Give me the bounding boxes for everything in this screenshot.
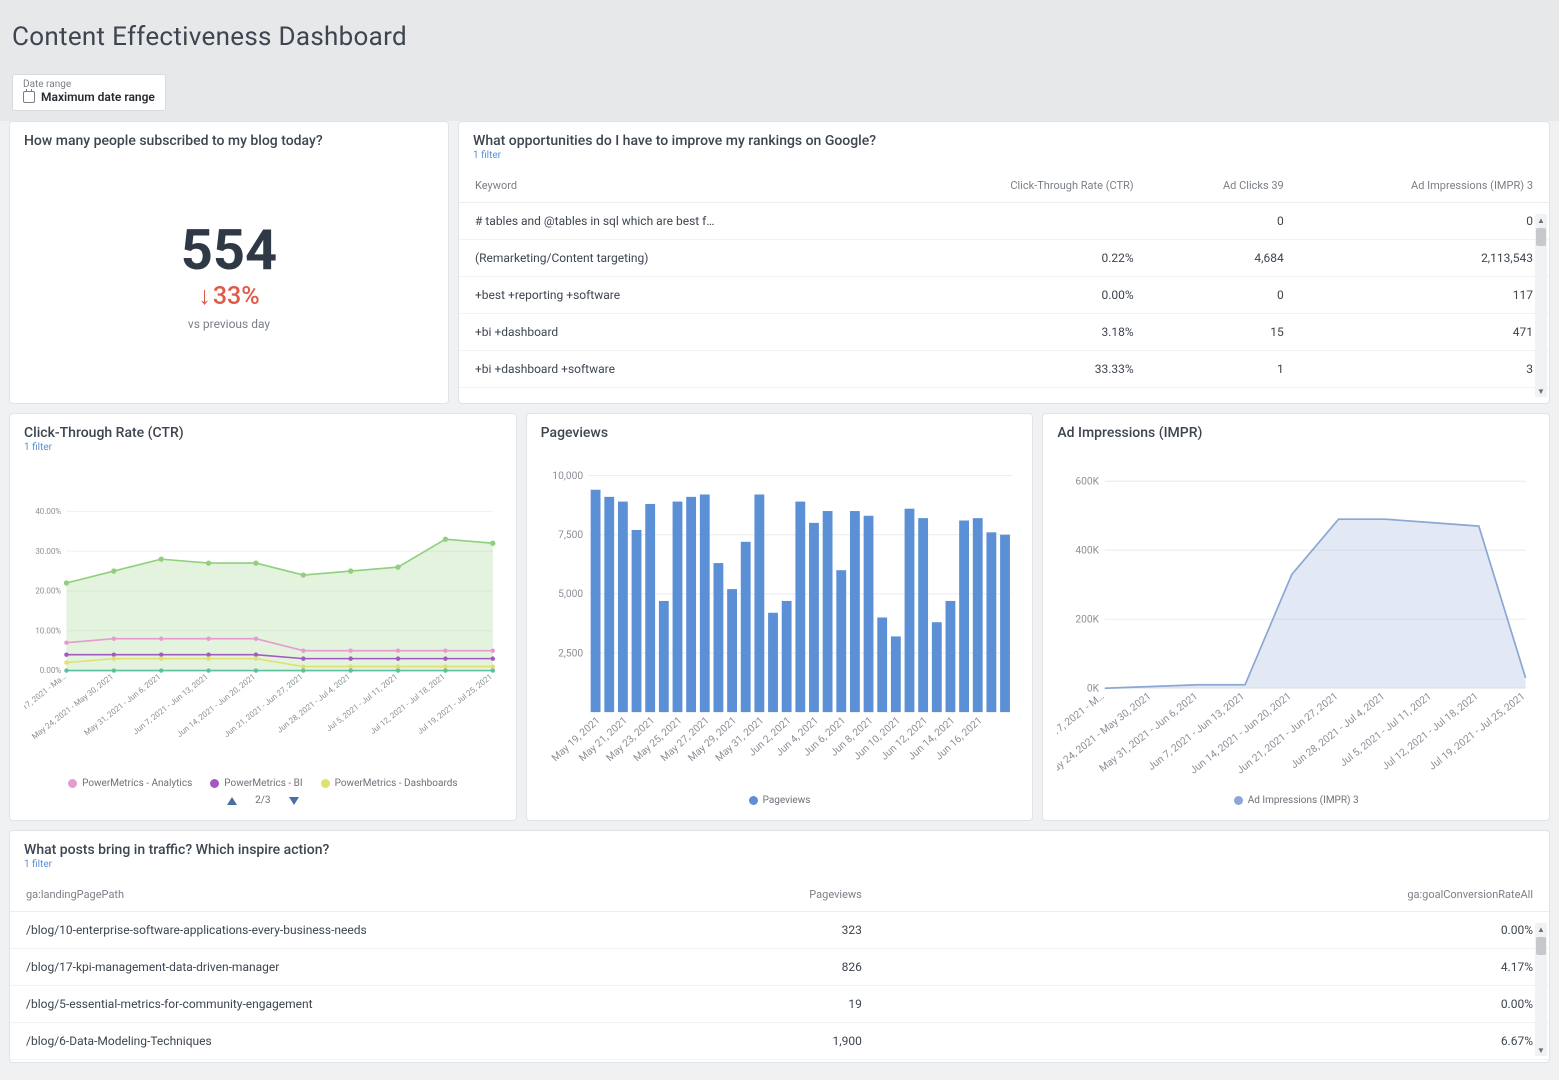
svg-text:40.00%: 40.00% xyxy=(35,507,61,516)
ctr-chart-card: Click-Through Rate (CTR) 1 filter 0.00% 1… xyxy=(9,413,517,821)
table-row[interactable]: (Remarketing/Content targeting)0.22%4,68… xyxy=(459,240,1549,277)
scroll-down-icon[interactable]: ▼ xyxy=(1535,1044,1547,1056)
kpi-value: 554 xyxy=(181,222,277,278)
svg-text:5,000: 5,000 xyxy=(558,589,583,600)
table-header[interactable]: Ad Impressions (IMPR) 3 xyxy=(1300,169,1549,203)
table-header[interactable]: ga:landingPagePath xyxy=(10,878,518,912)
svg-text:Jun 14, 2021 - Jun 20, 2021: Jun 14, 2021 - Jun 20, 2021 xyxy=(175,672,257,739)
svg-text:Jul 5, 2021 - Jul 11, 2021: Jul 5, 2021 - Jul 11, 2021 xyxy=(1339,691,1435,769)
svg-text:Jun 21, 2021 - Jun 27, 2021: Jun 21, 2021 - Jun 27, 2021 xyxy=(222,672,304,739)
svg-text:200K: 200K xyxy=(1076,615,1100,626)
table-row[interactable]: /blog/10-enterprise-software-application… xyxy=(10,912,1549,949)
svg-text:Jul 19, 2021 - Jul 25, 2021: Jul 19, 2021 - Jul 25, 2021 xyxy=(1428,691,1528,773)
date-range-selector[interactable]: Date range Maximum date range xyxy=(12,74,166,111)
svg-text:Jun 7, 2021 - Jun 13, 2021: Jun 7, 2021 - Jun 13, 2021 xyxy=(131,672,210,736)
more-icon[interactable] xyxy=(1002,425,1018,441)
svg-text:10,000: 10,000 xyxy=(552,471,583,482)
card-title: What opportunities do I have to improve … xyxy=(473,133,876,149)
table-row[interactable]: +bi +dashboard +software33.33%13 xyxy=(459,351,1549,388)
legend-item[interactable]: PowerMetrics - Dashboards xyxy=(321,778,458,789)
rankings-table: KeywordClick-Through Rate (CTR)Ad Clicks… xyxy=(459,169,1549,388)
svg-text:10.00%: 10.00% xyxy=(35,626,61,635)
dashboard-header: Content Effectiveness Dashboard Date ran… xyxy=(0,0,1559,121)
scroll-up-icon[interactable]: ▲ xyxy=(1535,923,1547,935)
legend-item[interactable]: PowerMetrics - BI xyxy=(210,778,302,789)
legend-page-prev[interactable] xyxy=(227,797,237,805)
down-arrow-icon: ↓ xyxy=(198,282,211,311)
table-header[interactable]: Ad Clicks 39 xyxy=(1150,169,1300,203)
legend-item[interactable]: PowerMetrics - Analytics xyxy=(68,778,192,789)
date-range-value: Maximum date range xyxy=(41,90,155,104)
scrollbar-vertical[interactable]: ▲ ▼ xyxy=(1535,923,1547,1056)
card-title: Ad Impressions (IMPR) xyxy=(1057,425,1202,441)
table-row[interactable]: /blog/17-kpi-management-data-driven-mana… xyxy=(10,949,1549,986)
svg-text:7,500: 7,500 xyxy=(558,530,583,541)
card-title: Pageviews xyxy=(541,425,608,441)
more-icon[interactable] xyxy=(1519,842,1535,858)
filter-tag[interactable]: 1 filter xyxy=(473,150,876,161)
pageviews-chart: 2,5005,0007,50010,000May 19, 2021May 21,… xyxy=(541,451,1019,789)
table-row[interactable]: +bi +dashboard3.18%15471 xyxy=(459,314,1549,351)
legend-page-indicator: 2/3 xyxy=(255,795,270,806)
card-title: How many people subscribed to my blog to… xyxy=(24,133,323,149)
date-range-label: Date range xyxy=(23,79,155,90)
page-title: Content Effectiveness Dashboard xyxy=(12,22,1547,52)
legend-page-next[interactable] xyxy=(289,797,299,805)
card-title: What posts bring in traffic? Which inspi… xyxy=(24,842,329,858)
scroll-down-icon[interactable]: ▼ xyxy=(1535,385,1547,397)
calendar-icon xyxy=(23,91,35,103)
svg-text:30.00%: 30.00% xyxy=(35,547,61,556)
table-header[interactable]: Click-Through Rate (CTR) xyxy=(898,169,1149,203)
svg-text:May 31, 2021 - Jun 6, 2021: May 31, 2021 - Jun 6, 2021 xyxy=(82,672,162,737)
table-header[interactable]: Pageviews xyxy=(518,878,878,912)
svg-text:400K: 400K xyxy=(1076,546,1100,557)
more-icon[interactable] xyxy=(1519,133,1535,149)
table-header[interactable]: ga:goalConversionRateAll xyxy=(878,878,1549,912)
posts-table: ga:landingPagePathPageviewsga:goalConver… xyxy=(10,878,1549,1060)
rankings-card: What opportunities do I have to improve … xyxy=(458,121,1550,404)
scroll-thumb[interactable] xyxy=(1536,937,1546,955)
scroll-thumb[interactable] xyxy=(1536,228,1546,246)
impressions-chart-card: Ad Impressions (IMPR) 0K200K400K600KMay … xyxy=(1042,413,1550,821)
scroll-up-icon[interactable]: ▲ xyxy=(1535,214,1547,226)
legend-item[interactable]: Pageviews xyxy=(749,795,811,806)
kpi-card-subscribers: How many people subscribed to my blog to… xyxy=(9,121,449,404)
filter-tag[interactable]: 1 filter xyxy=(24,442,184,453)
posts-card: What posts bring in traffic? Which inspi… xyxy=(9,830,1550,1063)
table-row[interactable]: /blog/5-essential-metrics-for-community-… xyxy=(10,986,1549,1023)
table-row[interactable]: /blog/6-Data-Modeling-Techniques1,9006.6… xyxy=(10,1023,1549,1060)
svg-text:20.00%: 20.00% xyxy=(35,587,61,596)
svg-text:Jun 28, 2021 - Jul 4, 2021: Jun 28, 2021 - Jul 4, 2021 xyxy=(1289,691,1387,771)
svg-text:2,500: 2,500 xyxy=(558,648,583,659)
table-row[interactable]: # tables and @tables in sql which are be… xyxy=(459,203,1549,240)
filter-tag[interactable]: 1 filter xyxy=(24,859,329,870)
impressions-chart: 0K200K400K600KMay 17, 2021 - M…May 24, 2… xyxy=(1057,451,1535,789)
table-header[interactable]: Keyword xyxy=(459,169,898,203)
kpi-compare: vs previous day xyxy=(188,317,270,331)
scrollbar-vertical[interactable]: ▲ ▼ xyxy=(1535,214,1547,397)
svg-text:0.00%: 0.00% xyxy=(40,666,62,675)
svg-text:May 24, 2021 - May 30, 2021: May 24, 2021 - May 30, 2021 xyxy=(30,672,115,741)
more-icon[interactable] xyxy=(418,133,434,149)
card-title: Click-Through Rate (CTR) xyxy=(24,425,184,441)
table-row[interactable]: +best +reporting +software0.00%0117 xyxy=(459,277,1549,314)
svg-text:600K: 600K xyxy=(1076,477,1100,488)
more-icon[interactable] xyxy=(486,425,502,441)
ctr-chart: 0.00%10.00%20.00%30.00%40.00%May 17, 202… xyxy=(24,463,502,772)
legend-item[interactable]: Ad Impressions (IMPR) 3 xyxy=(1234,795,1359,806)
more-icon[interactable] xyxy=(1519,425,1535,441)
kpi-change: ↓33% xyxy=(198,282,259,311)
pageviews-chart-card: Pageviews 2,5005,0007,50010,000May 19, 2… xyxy=(526,413,1034,821)
